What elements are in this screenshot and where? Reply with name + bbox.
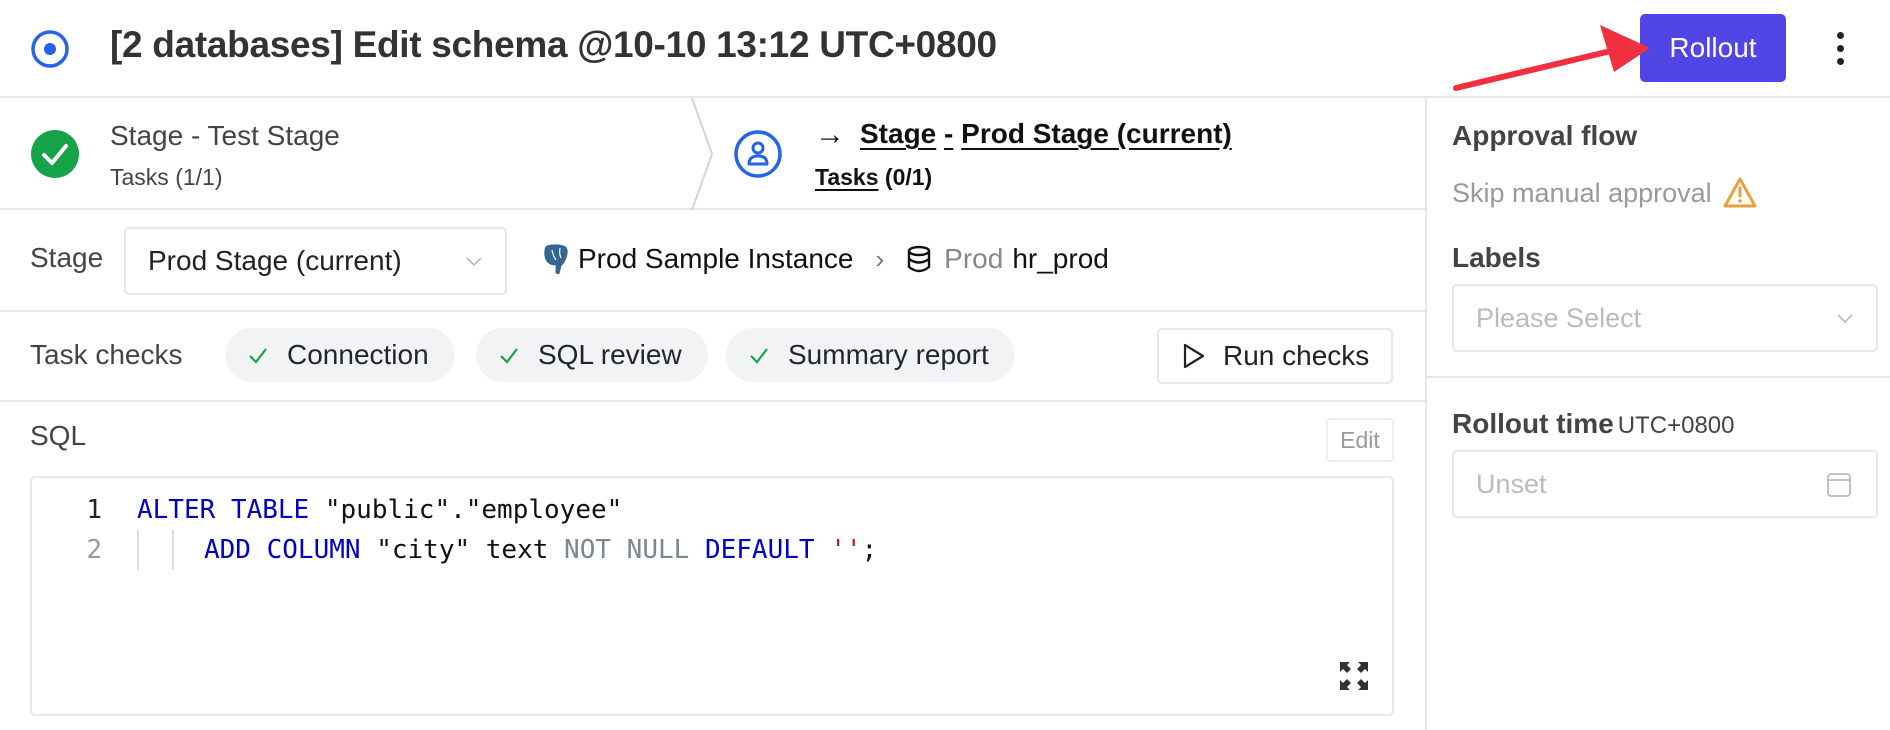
check-circle-icon xyxy=(31,130,79,178)
indent-guide xyxy=(137,530,139,570)
postgresql-icon xyxy=(543,243,569,276)
code-token: "public"."employee" xyxy=(309,495,623,525)
arrow-right-icon: → xyxy=(815,118,845,151)
warning-icon[interactable] xyxy=(1722,176,1758,210)
chevron-down-icon xyxy=(466,257,482,267)
main-panel: Stage - Test Stage Tasks (1/1) → Stage -… xyxy=(0,98,1427,730)
environment-name: Prod xyxy=(944,243,1004,274)
rollout-time-picker[interactable]: Unset xyxy=(1452,450,1878,518)
in-progress-status-icon xyxy=(31,30,69,68)
labels-label: Labels xyxy=(1452,242,1541,273)
approval-flow-value: Skip manual approval xyxy=(1452,176,1758,210)
stage-tasks: Tasks (1/1) xyxy=(110,164,223,190)
check-icon xyxy=(750,348,768,364)
check-summary-report[interactable]: Summary report xyxy=(726,328,1015,382)
line-number: 2 xyxy=(86,535,102,565)
right-sidebar: Approval flow Skip manual approval Label… xyxy=(1427,98,1890,730)
code-token: ; xyxy=(861,535,878,565)
stage-label: Stage xyxy=(30,242,104,273)
more-options-button[interactable] xyxy=(1824,24,1856,72)
code-line: 2 ADD COLUMN "city" text NOT NULL DEFAUL… xyxy=(32,530,1392,570)
check-icon xyxy=(500,348,518,364)
task-checks-label: Task checks xyxy=(30,339,183,370)
play-icon xyxy=(1183,343,1205,369)
check-sql-review[interactable]: SQL review xyxy=(476,328,708,382)
code-token: COLUMN xyxy=(266,535,361,565)
code-token: "city" text xyxy=(360,535,565,565)
approval-flow-label: Approval flow xyxy=(1452,120,1638,151)
code-token: NULL xyxy=(626,535,690,565)
check-connection[interactable]: Connection xyxy=(225,328,455,382)
instance-name[interactable]: Prod Sample Instance xyxy=(578,243,854,275)
issue-title: [2 databases] Edit schema @10-10 13:12 U… xyxy=(110,24,997,65)
sql-section: SQL Edit 1 ALTER TABLE "public"."employe… xyxy=(0,402,1425,730)
more-vertical-icon xyxy=(1836,31,1844,39)
code-content: ADD COLUMN "city" text NOT NULL DEFAULT … xyxy=(204,535,877,565)
code-token: ADD xyxy=(204,535,251,565)
labels-select[interactable]: Please Select xyxy=(1452,284,1878,352)
indent-guide xyxy=(172,530,174,570)
task-checks-row: Task checks Connection SQL review Summar… xyxy=(0,312,1425,402)
database-breadcrumb: Prod Sample Instance › Prod hr_prod xyxy=(540,242,1109,276)
code-token: '' xyxy=(830,535,862,565)
annotation-arrow-icon xyxy=(1453,25,1650,91)
user-circle-icon xyxy=(734,130,782,178)
stage-title: Stage - Test Stage xyxy=(110,120,340,151)
edit-sql-button[interactable]: Edit xyxy=(1326,418,1394,462)
sql-label: SQL xyxy=(30,420,87,451)
rollout-button[interactable]: Rollout xyxy=(1640,14,1786,82)
issue-header: [2 databases] Edit schema @10-10 13:12 U… xyxy=(0,0,1890,98)
stage-test[interactable]: Stage - Test Stage Tasks (1/1) xyxy=(0,98,700,210)
code-token: NOT xyxy=(564,535,612,565)
code-content: ALTER TABLE "public"."employee" xyxy=(137,495,622,525)
calendar-icon xyxy=(1827,473,1851,497)
stage-pipeline: Stage - Test Stage Tasks (1/1) → Stage -… xyxy=(0,98,1425,210)
line-number: 1 xyxy=(86,495,102,525)
divider xyxy=(1427,376,1890,378)
database-name[interactable]: hr_prod xyxy=(1012,243,1109,275)
stage-select-row: Stage Prod Stage (current) Prod Sample I… xyxy=(0,210,1425,312)
chevron-right-icon: › xyxy=(875,243,885,274)
code-line: 1 ALTER TABLE "public"."employee" xyxy=(32,490,1392,530)
sql-editor[interactable]: 1 ALTER TABLE "public"."employee" 2 ADD … xyxy=(30,476,1394,716)
check-icon xyxy=(249,348,267,364)
rollout-time-label: Rollout time UTC+0800 xyxy=(1452,408,1735,439)
code-token: TABLE xyxy=(230,495,310,525)
stage-select[interactable]: Prod Stage (current) xyxy=(124,227,507,295)
expand-icon[interactable] xyxy=(1338,660,1370,692)
run-checks-button[interactable]: Run checks xyxy=(1157,328,1393,384)
chevron-down-icon xyxy=(1837,314,1853,324)
code-token: DEFAULT xyxy=(704,535,815,565)
stage-title-link[interactable]: Stage - Prod Stage (current) xyxy=(860,118,1232,150)
code-token: ALTER xyxy=(137,495,216,525)
stage-prod[interactable]: → Stage - Prod Stage (current) Tasks (0/… xyxy=(700,98,1425,210)
stage-tasks: Tasks (0/1) xyxy=(815,164,933,190)
database-icon xyxy=(907,245,931,273)
